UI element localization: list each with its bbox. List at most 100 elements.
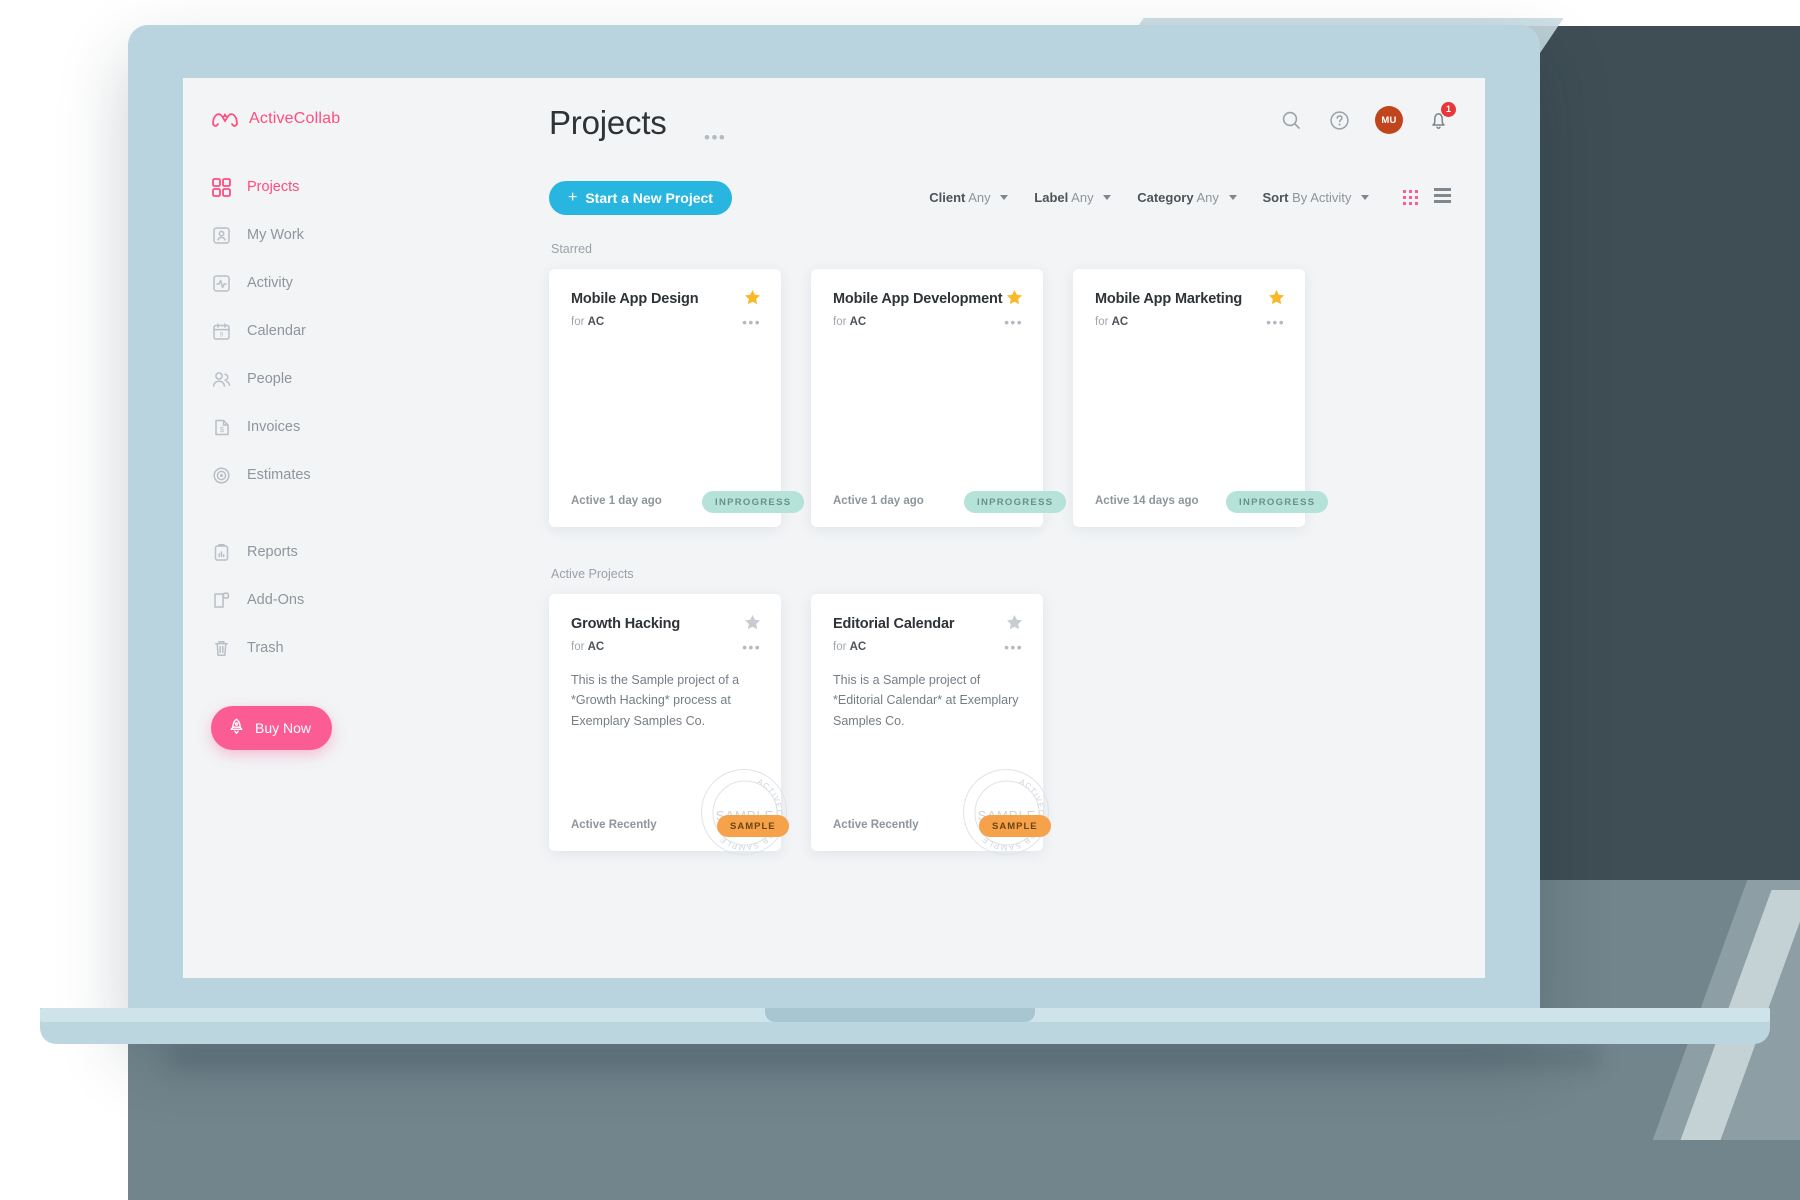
- target-icon: [211, 465, 232, 486]
- start-new-project-label: Start a New Project: [585, 190, 713, 206]
- brand-name: ActiveCollab: [249, 110, 341, 127]
- calendar-icon: 9: [211, 321, 232, 342]
- for-prefix: for: [571, 316, 585, 328]
- sidebar-item-calendar[interactable]: 9 Calendar: [183, 307, 419, 355]
- toolbar: + Start a New Project Client Any Label A…: [419, 166, 1485, 230]
- project-menu[interactable]: •••: [742, 314, 761, 330]
- client-name: AC: [849, 641, 867, 653]
- clipboard-chart-icon: [211, 542, 232, 563]
- project-card-footer: Active Recently SAMPLE: [811, 803, 1051, 851]
- search-icon[interactable]: [1279, 108, 1304, 133]
- sidebar-item-projects[interactable]: Projects: [183, 163, 419, 211]
- filter-client-value: Any: [968, 189, 991, 205]
- chevron-down-icon: [1000, 194, 1009, 200]
- question-circle-icon[interactable]: [1327, 108, 1352, 133]
- project-card[interactable]: Mobile App Development for AC ••• Active…: [811, 269, 1067, 527]
- project-menu[interactable]: •••: [1004, 639, 1023, 655]
- sidebar-item-invoices[interactable]: $ Invoices: [183, 403, 419, 451]
- project-activity-time: Active 14 days ago: [1095, 495, 1199, 507]
- project-title: Mobile App Design: [571, 291, 699, 307]
- status-badge: SAMPLE: [979, 815, 1051, 837]
- sidebar-item-label: Reports: [247, 544, 298, 560]
- addons-icon: [211, 590, 232, 611]
- pulse-icon: [211, 273, 232, 294]
- project-client: for AC: [1095, 316, 1283, 328]
- dollar-doc-icon: $: [211, 417, 232, 438]
- svg-text:$: $: [220, 425, 225, 434]
- app-screen: ActiveCollab Projects My Work Activity 9…: [183, 78, 1485, 978]
- sidebar: ActiveCollab Projects My Work Activity 9…: [183, 78, 419, 978]
- filter-label[interactable]: Label Any: [1034, 190, 1112, 205]
- star-icon[interactable]: [744, 614, 761, 631]
- sidebar-item-people[interactable]: People: [183, 355, 419, 403]
- active-card-row: Growth Hacking for AC This is the Sample…: [549, 594, 1485, 855]
- rocket-icon: [227, 717, 246, 739]
- sidebar-group-divider: [183, 499, 419, 528]
- start-new-project-button[interactable]: + Start a New Project: [549, 181, 732, 215]
- project-card-footer: Active 1 day ago INPROGRESS: [811, 479, 1067, 527]
- section-label-starred: Starred: [551, 242, 592, 256]
- sidebar-nav: Projects My Work Activity 9 Calendar Peo…: [183, 163, 419, 672]
- sidebar-item-estimates[interactable]: Estimates: [183, 451, 419, 499]
- client-name: AC: [1111, 316, 1129, 328]
- project-title: Mobile App Development: [833, 291, 1003, 307]
- project-client: for AC: [571, 316, 759, 328]
- sidebar-item-activity[interactable]: Activity: [183, 259, 419, 307]
- notifications-button[interactable]: 1: [1426, 101, 1456, 133]
- status-badge: INPROGRESS: [964, 491, 1067, 513]
- project-card[interactable]: Mobile App Design for AC ••• Active 1 da…: [549, 269, 805, 527]
- project-description: This is a Sample project of *Editorial C…: [833, 673, 1019, 728]
- project-menu[interactable]: •••: [1004, 314, 1023, 330]
- sidebar-item-my-work[interactable]: My Work: [183, 211, 419, 259]
- filter-category[interactable]: Category Any: [1137, 189, 1237, 205]
- filter-client[interactable]: Client Any: [929, 189, 1009, 205]
- filter-category-value: Any: [1196, 189, 1219, 205]
- project-card-body: Editorial Calendar for AC This is a Samp…: [811, 594, 1043, 731]
- sidebar-item-add-ons[interactable]: Add-Ons: [183, 576, 419, 624]
- project-card-body: Mobile App Marketing for AC •••: [1073, 269, 1305, 330]
- brand[interactable]: ActiveCollab: [183, 78, 419, 130]
- project-card-footer: Active 14 days ago INPROGRESS: [1073, 479, 1329, 527]
- chevron-down-icon: [1103, 194, 1112, 200]
- star-icon[interactable]: [1006, 614, 1023, 631]
- top-actions: MU 1: [1279, 101, 1456, 134]
- project-activity-time: Active Recently: [571, 819, 657, 831]
- project-menu[interactable]: •••: [1266, 314, 1285, 330]
- project-client: for AC: [571, 641, 759, 653]
- notification-badge: 1: [1441, 101, 1456, 117]
- star-icon[interactable]: [744, 289, 761, 306]
- sidebar-item-label: Calendar: [247, 323, 306, 339]
- sidebar-item-label: Activity: [247, 275, 293, 291]
- avatar[interactable]: MU: [1375, 106, 1403, 134]
- project-card-body: Mobile App Design for AC •••: [549, 269, 781, 330]
- grid-view-icon[interactable]: [1403, 189, 1418, 205]
- project-card[interactable]: Growth Hacking for AC This is the Sample…: [549, 594, 789, 855]
- grid-icon: [211, 177, 232, 198]
- project-client: for AC: [833, 641, 1021, 653]
- for-prefix: for: [1095, 316, 1109, 328]
- project-description: This is the Sample project of a *Growth …: [571, 673, 740, 728]
- sidebar-item-reports[interactable]: Reports: [183, 528, 419, 576]
- buy-now-label: Buy Now: [255, 720, 312, 736]
- sort-selector[interactable]: Sort By Activity: [1263, 190, 1369, 205]
- view-toggles: [1403, 188, 1451, 206]
- page-title-menu[interactable]: •••: [704, 128, 726, 148]
- buy-now-button[interactable]: Buy Now: [211, 706, 332, 750]
- project-card[interactable]: Mobile App Marketing for AC ••• Active 1…: [1073, 269, 1329, 527]
- plus-icon: +: [568, 189, 578, 206]
- client-name: AC: [587, 316, 605, 328]
- filter-client-name: Client: [929, 189, 966, 205]
- project-menu[interactable]: •••: [742, 639, 761, 655]
- section-label-active-projects: Active Projects: [551, 567, 634, 581]
- project-card[interactable]: Editorial Calendar for AC This is a Samp…: [811, 594, 1051, 855]
- list-view-icon[interactable]: [1434, 188, 1451, 206]
- starred-card-row: Mobile App Design for AC ••• Active 1 da…: [549, 269, 1485, 527]
- project-title: Editorial Calendar: [833, 616, 955, 632]
- star-icon[interactable]: [1006, 289, 1023, 306]
- sidebar-item-label: Add-Ons: [247, 592, 305, 608]
- project-activity-time: Active 1 day ago: [571, 495, 662, 507]
- activecollab-logo-icon: [210, 108, 240, 130]
- sidebar-item-trash[interactable]: Trash: [183, 624, 419, 672]
- people-icon: [211, 369, 232, 390]
- star-icon[interactable]: [1268, 289, 1285, 306]
